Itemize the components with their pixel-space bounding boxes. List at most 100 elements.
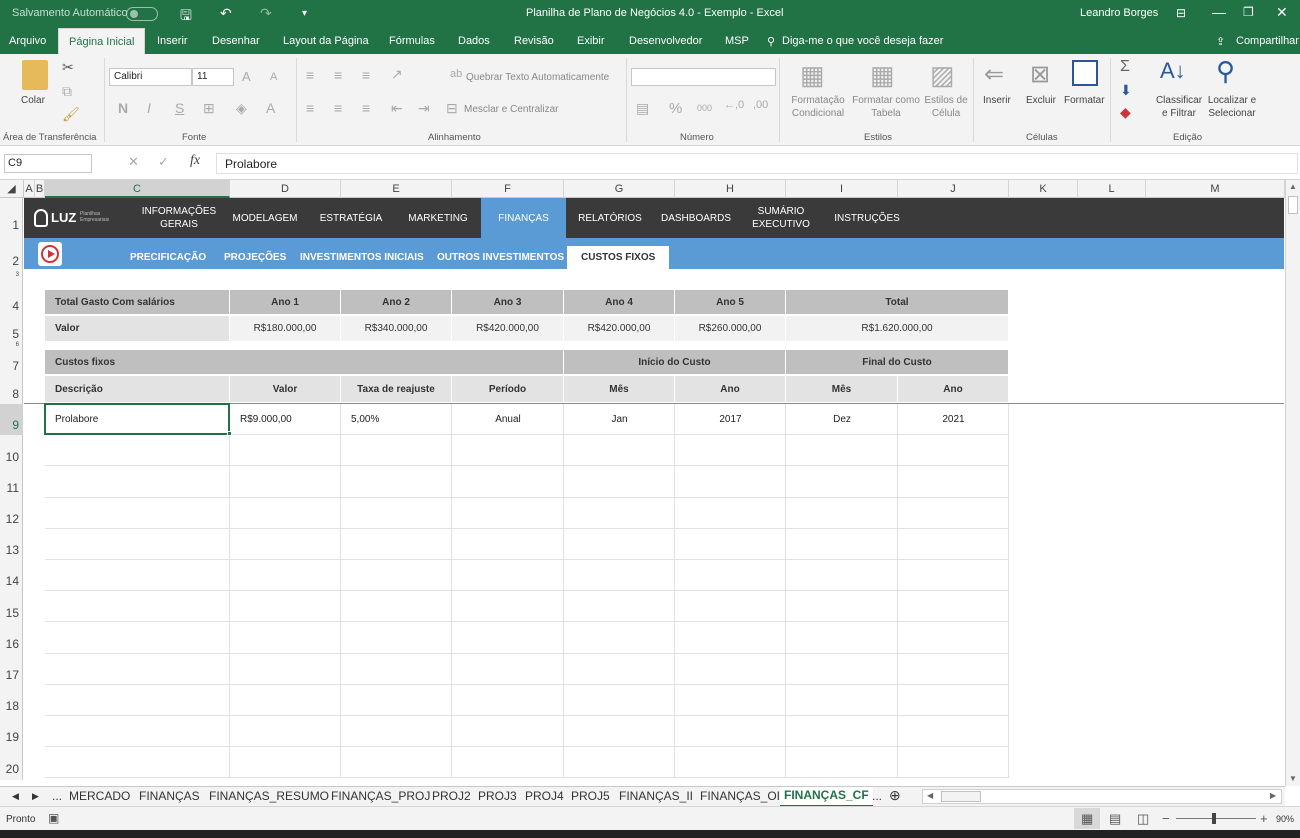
salary-year-5-value[interactable]: R$260.000,00 <box>675 316 786 341</box>
subnav-outros-investimentos[interactable]: OUTROS INVESTIMENTOS <box>437 238 564 269</box>
name-box[interactable]: C9 <box>4 154 92 173</box>
row-header-13[interactable]: 13 <box>0 543 23 557</box>
sort-filter-button[interactable]: Classificar e Filtrar <box>1154 94 1204 120</box>
empty-cell[interactable] <box>898 684 1009 716</box>
ribbon-display-icon[interactable]: ⊟ <box>1176 6 1186 20</box>
sheet-tab-financas[interactable]: FINANÇAS <box>139 789 200 803</box>
sheet-tab-financas-resumo[interactable]: FINANÇAS_RESUMO <box>209 789 329 803</box>
clear-icon[interactable]: ◆ <box>1120 104 1131 121</box>
worksheet-grid[interactable]: LUZ Planilhas Empresariais INFORMAÇÕES G… <box>24 198 1284 780</box>
row-header-12[interactable]: 12 <box>0 512 23 526</box>
tab-desenhar[interactable]: Desenhar <box>212 35 260 47</box>
salary-year-1-value[interactable]: R$180.000,00 <box>230 316 341 341</box>
empty-cell[interactable] <box>230 591 341 623</box>
next-sheet-icon[interactable]: ▶ <box>32 791 39 802</box>
number-format-box[interactable] <box>631 68 776 86</box>
empty-cell[interactable] <box>341 684 452 716</box>
align-middle-icon[interactable]: ≡ <box>334 67 342 83</box>
column-header-c[interactable]: C <box>45 180 230 198</box>
nav-relatorios[interactable]: RELATÓRIOS <box>570 198 650 238</box>
row-header-15[interactable]: 15 <box>0 606 23 620</box>
align-right-icon[interactable]: ≡ <box>362 100 370 116</box>
borders-icon[interactable]: ⊞ <box>203 100 215 117</box>
empty-cell[interactable] <box>786 684 898 716</box>
tab-layout[interactable]: Layout da Página <box>283 35 369 47</box>
empty-cell[interactable] <box>230 684 341 716</box>
formula-input[interactable]: Prolabore <box>216 153 1298 174</box>
empty-cell[interactable] <box>452 466 564 498</box>
empty-cell[interactable] <box>341 497 452 529</box>
bold-button[interactable]: N <box>118 100 128 116</box>
empty-cell[interactable] <box>230 653 341 685</box>
horizontal-scrollbar[interactable]: ◀ ▶ <box>922 789 1282 804</box>
empty-cell[interactable] <box>675 716 786 748</box>
nav-modelagem[interactable]: MODELAGEM <box>224 198 306 238</box>
font-color-icon[interactable]: A <box>266 100 275 116</box>
nav-financas[interactable]: FINANÇAS <box>481 198 566 238</box>
autosave-toggle[interactable] <box>126 7 158 21</box>
tab-revisao[interactable]: Revisão <box>514 35 554 47</box>
cancel-entry-icon[interactable]: ✕ <box>128 154 139 170</box>
nav-estrategia[interactable]: ESTRATÉGIA <box>312 198 390 238</box>
sheet-tab-proj5[interactable]: PROJ5 <box>571 789 610 803</box>
cost-start-year-cell[interactable]: 2017 <box>675 404 786 435</box>
cost-start-month-cell[interactable]: Jan <box>564 404 675 435</box>
thousands-button[interactable]: 000 <box>697 103 712 113</box>
zoom-in-icon[interactable]: + <box>1260 811 1268 826</box>
empty-cell[interactable] <box>675 684 786 716</box>
salary-total-value[interactable]: R$1.620.000,00 <box>786 316 1009 341</box>
empty-cell[interactable] <box>786 466 898 498</box>
empty-cell[interactable] <box>452 497 564 529</box>
page-break-view-icon[interactable]: ◫ <box>1137 811 1149 827</box>
row-header-9[interactable]: 9 <box>0 404 23 435</box>
empty-cell[interactable] <box>898 716 1009 748</box>
empty-cell[interactable] <box>898 497 1009 529</box>
empty-cell[interactable] <box>45 591 230 623</box>
empty-cell[interactable] <box>230 435 341 467</box>
empty-cell[interactable] <box>452 591 564 623</box>
column-header-e[interactable]: E <box>341 180 452 198</box>
empty-cell[interactable] <box>564 435 675 467</box>
scroll-thumb[interactable] <box>1288 196 1298 214</box>
empty-cell[interactable] <box>45 435 230 467</box>
play-video-icon[interactable] <box>38 242 62 266</box>
empty-cell[interactable] <box>786 528 898 560</box>
cut-icon[interactable]: ✂ <box>62 59 74 76</box>
sheet-tab-financas-ii[interactable]: FINANÇAS_II <box>619 789 693 803</box>
column-header-a[interactable]: A <box>24 180 35 198</box>
row-header-11[interactable]: 11 <box>0 481 23 495</box>
empty-cell[interactable] <box>786 716 898 748</box>
sheet-tabs-overflow-left[interactable]: ... <box>52 789 62 803</box>
user-name[interactable]: Leandro Borges <box>1080 7 1158 19</box>
redo-icon[interactable]: ↷ <box>260 5 272 22</box>
empty-cell[interactable] <box>675 622 786 654</box>
empty-cell[interactable] <box>452 684 564 716</box>
fill-color-icon[interactable]: ◈ <box>236 100 247 117</box>
normal-view-icon[interactable]: ▦ <box>1081 811 1093 827</box>
empty-cell[interactable] <box>341 591 452 623</box>
cost-end-year-cell[interactable]: 2021 <box>898 404 1009 435</box>
wrap-text-button[interactable]: Quebrar Texto Automaticamente <box>466 72 609 83</box>
align-center-icon[interactable]: ≡ <box>334 100 342 116</box>
empty-cell[interactable] <box>675 435 786 467</box>
save-icon[interactable]: 🖫 <box>180 5 192 29</box>
empty-cell[interactable] <box>230 747 341 779</box>
row-header-7[interactable]: 7 <box>0 359 23 373</box>
fill-handle[interactable] <box>227 431 232 436</box>
sheet-tab-mercado[interactable]: MERCADO <box>69 789 130 803</box>
nav-instrucoes[interactable]: INSTRUÇÕES <box>826 198 908 238</box>
sheet-tabs-overflow-right[interactable]: ... <box>872 789 882 803</box>
empty-cell[interactable] <box>341 560 452 592</box>
empty-cell[interactable] <box>564 560 675 592</box>
empty-cell[interactable] <box>564 716 675 748</box>
empty-cell[interactable] <box>341 747 452 779</box>
empty-cell[interactable] <box>45 497 230 529</box>
decrease-font-icon[interactable]: A <box>270 71 277 83</box>
zoom-out-icon[interactable]: − <box>1162 811 1170 826</box>
empty-cell[interactable] <box>230 622 341 654</box>
tab-exibir[interactable]: Exibir <box>577 35 605 47</box>
column-header-m[interactable]: M <box>1146 180 1285 198</box>
nav-informacoes-gerais[interactable]: INFORMAÇÕES GERAIS <box>134 198 224 238</box>
cost-period-cell[interactable]: Anual <box>452 404 564 435</box>
empty-cell[interactable] <box>898 622 1009 654</box>
